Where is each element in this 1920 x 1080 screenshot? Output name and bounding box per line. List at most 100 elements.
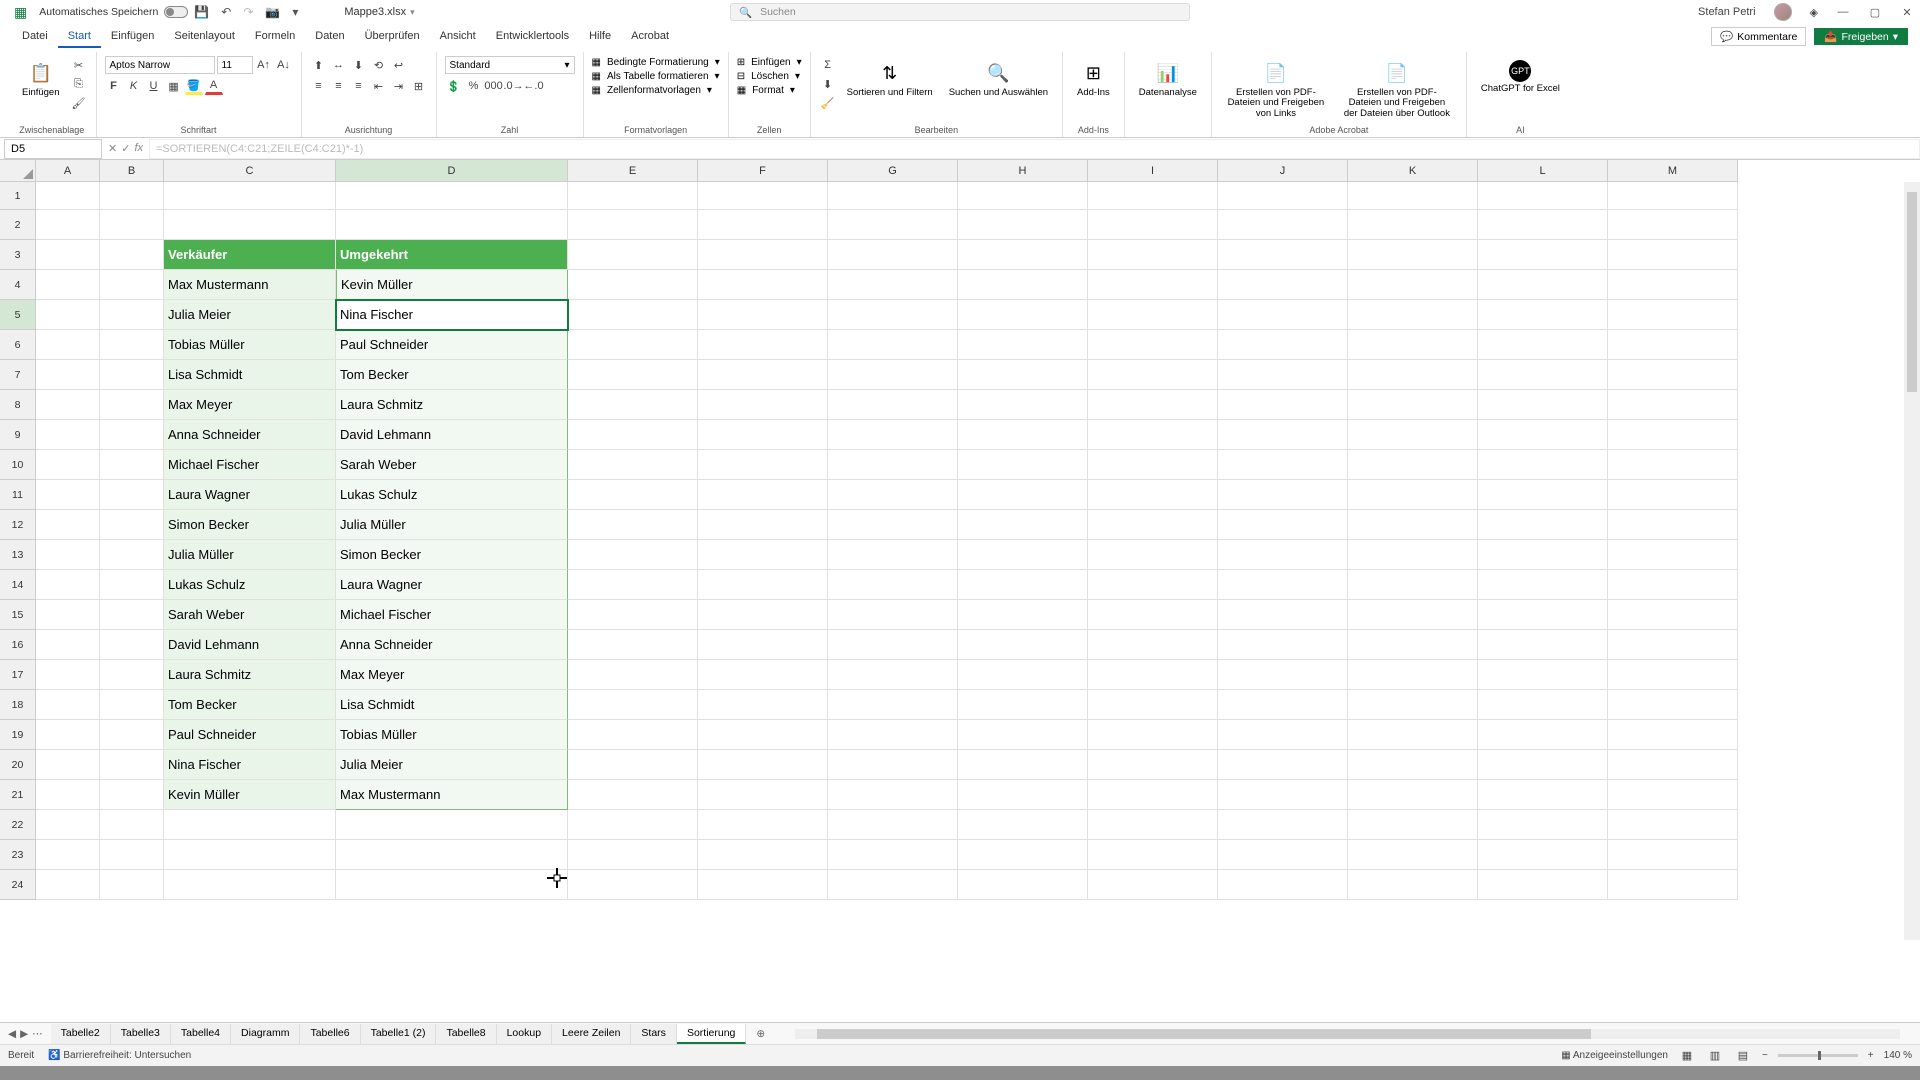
cell-I17[interactable] [1088, 660, 1218, 690]
sheet-tab-leere-zeilen[interactable]: Leere Zeilen [552, 1024, 631, 1044]
cell-L10[interactable] [1478, 450, 1608, 480]
cell-L19[interactable] [1478, 720, 1608, 750]
cell-D23[interactable] [336, 840, 568, 870]
cell-L5[interactable] [1478, 300, 1608, 330]
format-painter-icon[interactable]: 🖌 [70, 94, 88, 112]
cell-G18[interactable] [828, 690, 958, 720]
cell-I18[interactable] [1088, 690, 1218, 720]
addins-button[interactable]: ⊞Add-Ins [1071, 56, 1116, 102]
autosum-icon[interactable]: Σ [819, 56, 837, 74]
cell-G23[interactable] [828, 840, 958, 870]
ribbon-tab-überprüfen[interactable]: Überprüfen [355, 26, 430, 48]
cell-M15[interactable] [1608, 600, 1738, 630]
cell-I1[interactable] [1088, 182, 1218, 210]
cell-I24[interactable] [1088, 870, 1218, 900]
cell-G5[interactable] [828, 300, 958, 330]
cell-B24[interactable] [100, 870, 164, 900]
cell-I5[interactable] [1088, 300, 1218, 330]
cell-M17[interactable] [1608, 660, 1738, 690]
cell-E16[interactable] [568, 630, 698, 660]
redo-icon[interactable]: ↷ [243, 5, 253, 19]
sheet-tab-tabelle1-(2)[interactable]: Tabelle1 (2) [361, 1024, 437, 1044]
cell-I23[interactable] [1088, 840, 1218, 870]
cell-A21[interactable] [36, 780, 100, 810]
cell-C1[interactable] [164, 182, 336, 210]
cell-F6[interactable] [698, 330, 828, 360]
fill-icon[interactable]: ⬇ [819, 75, 837, 93]
cell-K18[interactable] [1348, 690, 1478, 720]
qat-dropdown-icon[interactable]: ▾ [292, 5, 298, 19]
row-header-10[interactable]: 10 [0, 450, 36, 480]
sheet-tab-lookup[interactable]: Lookup [497, 1024, 552, 1044]
row-header-8[interactable]: 8 [0, 390, 36, 420]
increase-indent-icon[interactable]: ⇥ [390, 77, 408, 95]
cell-L3[interactable] [1478, 240, 1608, 270]
row-header-14[interactable]: 14 [0, 570, 36, 600]
clear-icon[interactable]: 🧹 [819, 94, 837, 112]
cell-E12[interactable] [568, 510, 698, 540]
cell-G22[interactable] [828, 810, 958, 840]
camera-icon[interactable]: 📷 [265, 5, 280, 19]
zoom-out-icon[interactable]: − [1762, 1050, 1768, 1061]
cell-C13[interactable]: Julia Müller [164, 540, 336, 570]
cell-L17[interactable] [1478, 660, 1608, 690]
col-header-B[interactable]: B [100, 160, 164, 182]
cell-E21[interactable] [568, 780, 698, 810]
cell-A11[interactable] [36, 480, 100, 510]
cell-A14[interactable] [36, 570, 100, 600]
cell-B21[interactable] [100, 780, 164, 810]
format-cells-button[interactable]: ▦ Format ▾ [737, 84, 795, 97]
cell-A20[interactable] [36, 750, 100, 780]
cell-D5[interactable]: Nina Fischer [336, 300, 568, 330]
cell-K8[interactable] [1348, 390, 1478, 420]
col-header-D[interactable]: D [336, 160, 568, 182]
cell-D17[interactable]: Max Meyer [336, 660, 568, 690]
cell-B11[interactable] [100, 480, 164, 510]
cell-A22[interactable] [36, 810, 100, 840]
cell-G15[interactable] [828, 600, 958, 630]
cell-G19[interactable] [828, 720, 958, 750]
cell-J13[interactable] [1218, 540, 1348, 570]
cell-F10[interactable] [698, 450, 828, 480]
row-header-15[interactable]: 15 [0, 600, 36, 630]
cell-J5[interactable] [1218, 300, 1348, 330]
cell-M4[interactable] [1608, 270, 1738, 300]
cell-K3[interactable] [1348, 240, 1478, 270]
cell-G16[interactable] [828, 630, 958, 660]
cell-K7[interactable] [1348, 360, 1478, 390]
sheet-tab-tabelle2[interactable]: Tabelle2 [51, 1024, 111, 1044]
cell-G20[interactable] [828, 750, 958, 780]
cell-G9[interactable] [828, 420, 958, 450]
cell-A16[interactable] [36, 630, 100, 660]
cell-H12[interactable] [958, 510, 1088, 540]
cell-I6[interactable] [1088, 330, 1218, 360]
row-header-24[interactable]: 24 [0, 870, 36, 900]
cell-H17[interactable] [958, 660, 1088, 690]
insert-cells-button[interactable]: ⊞ Einfügen ▾ [737, 56, 802, 69]
cell-J24[interactable] [1218, 870, 1348, 900]
cell-F15[interactable] [698, 600, 828, 630]
col-header-L[interactable]: L [1478, 160, 1608, 182]
decrease-decimal-icon[interactable]: ←.0 [525, 77, 543, 95]
cell-I20[interactable] [1088, 750, 1218, 780]
cell-M5[interactable] [1608, 300, 1738, 330]
cell-B23[interactable] [100, 840, 164, 870]
cell-C11[interactable]: Laura Wagner [164, 480, 336, 510]
cell-E3[interactable] [568, 240, 698, 270]
cell-K15[interactable] [1348, 600, 1478, 630]
cell-I8[interactable] [1088, 390, 1218, 420]
cell-K21[interactable] [1348, 780, 1478, 810]
cell-D9[interactable]: David Lehmann [336, 420, 568, 450]
cell-A9[interactable] [36, 420, 100, 450]
diamond-icon[interactable]: ◈ [1810, 6, 1818, 19]
cell-M11[interactable] [1608, 480, 1738, 510]
cell-styles-button[interactable]: ▦ Zellenformatvorlagen ▾ [592, 84, 712, 97]
cell-A3[interactable] [36, 240, 100, 270]
cell-A15[interactable] [36, 600, 100, 630]
cell-K2[interactable] [1348, 210, 1478, 240]
cell-J17[interactable] [1218, 660, 1348, 690]
cell-J7[interactable] [1218, 360, 1348, 390]
cell-M20[interactable] [1608, 750, 1738, 780]
name-box[interactable]: D5 [4, 139, 102, 159]
ribbon-tab-acrobat[interactable]: Acrobat [621, 26, 679, 48]
